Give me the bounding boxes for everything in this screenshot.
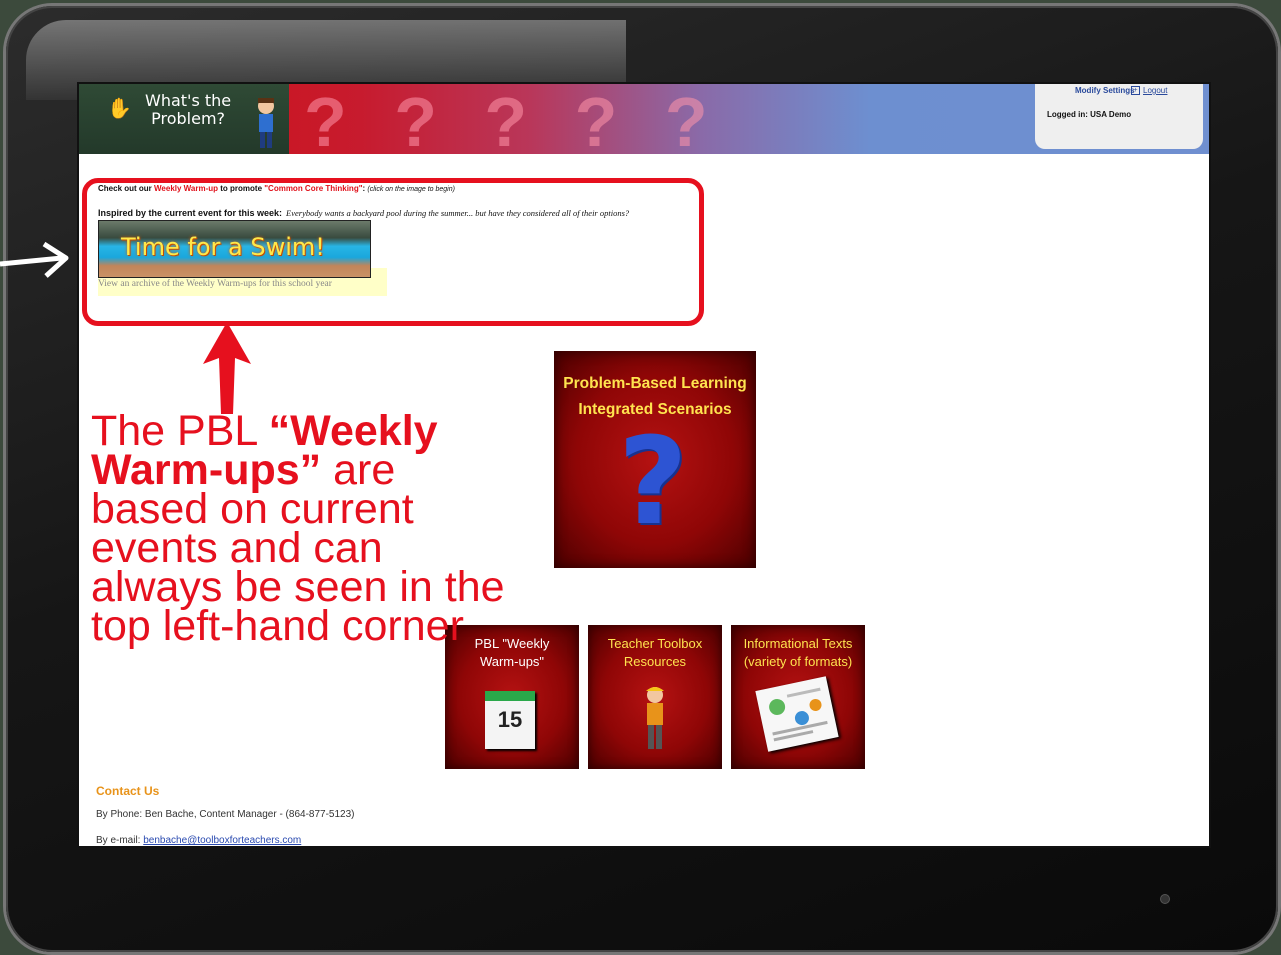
question-marks-decoration: ? ? ? ? ? bbox=[304, 84, 722, 161]
document-icon bbox=[755, 676, 839, 752]
logo-line-1: What's the bbox=[145, 91, 232, 110]
tile-line-1: Informational Texts bbox=[743, 636, 853, 651]
logged-in-status: Logged in: USA Demo bbox=[1047, 110, 1132, 119]
tile-informational-texts-title: Informational Texts (variety of formats) bbox=[731, 635, 865, 671]
logout-icon[interactable]: + bbox=[1131, 86, 1140, 95]
highlight-callout-box bbox=[82, 178, 704, 326]
contact-email: By e-mail: benbache@toolboxforteachers.c… bbox=[96, 835, 301, 846]
camera-icon bbox=[1160, 894, 1170, 904]
logout-link[interactable]: Logout bbox=[1143, 86, 1167, 95]
site-header: ✋ What's the Problem? ? ? ? ? ? Modify S… bbox=[79, 84, 1209, 161]
right-arrow-icon bbox=[0, 241, 69, 278]
contact-title: Contact Us bbox=[96, 784, 160, 798]
tile-line-1: Teacher Toolbox bbox=[607, 636, 703, 651]
tile-line-2: Resources bbox=[623, 654, 687, 669]
annotation-text: The PBL “Weekly Warm-ups” are based on c… bbox=[91, 410, 511, 648]
tile-weekly-warmups[interactable]: PBL "Weekly Warm-ups" 15 bbox=[445, 625, 579, 769]
pbl-scenarios-tile[interactable]: Problem-Based Learning Integrated Scenar… bbox=[554, 351, 756, 568]
tile-teacher-toolbox[interactable]: Teacher Toolbox Resources bbox=[588, 625, 722, 769]
modify-settings-link[interactable]: Modify Settings bbox=[1075, 86, 1135, 95]
logo-line-2: Problem? bbox=[151, 109, 226, 128]
email-label: By e-mail: bbox=[96, 835, 144, 846]
question-mark-figure-icon: ? bbox=[618, 413, 688, 552]
kid-figure-icon bbox=[258, 98, 274, 148]
logo[interactable]: ✋ What's the Problem? bbox=[79, 84, 289, 154]
tile-line-2: (variety of formats) bbox=[743, 654, 853, 669]
calendar-icon: 15 bbox=[485, 691, 535, 749]
worker-figure-icon bbox=[646, 687, 664, 749]
tile-teacher-toolbox-title: Teacher Toolbox Resources bbox=[588, 635, 722, 671]
pbl-title-line-1: Problem-Based Learning bbox=[563, 375, 747, 392]
up-arrow-icon bbox=[203, 322, 251, 414]
tile-line-2: Warm-ups" bbox=[479, 654, 545, 669]
user-panel: Modify Settings + Logout Logged in: USA … bbox=[1035, 84, 1203, 149]
email-link[interactable]: benbache@toolboxforteachers.com bbox=[143, 835, 301, 846]
raised-hand-icon: ✋ bbox=[107, 98, 132, 120]
contact-phone: By Phone: Ben Bache, Content Manager - (… bbox=[96, 809, 355, 820]
tile-informational-texts[interactable]: Informational Texts (variety of formats) bbox=[731, 625, 865, 769]
logo-text: What's the Problem? bbox=[145, 92, 231, 128]
calendar-day: 15 bbox=[497, 707, 523, 732]
